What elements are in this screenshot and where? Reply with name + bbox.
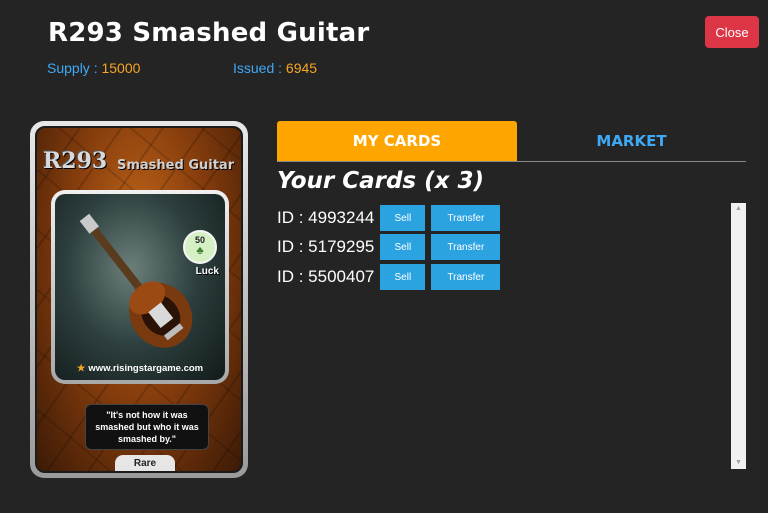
luck-label: Luck	[195, 266, 219, 277]
owned-cards-list: ID : 4993244 Sell Transfer ID : 5179295 …	[277, 203, 746, 469]
card-quote: "It's not how it was smashed but who it …	[85, 404, 209, 450]
transfer-button[interactable]: Transfer	[431, 264, 501, 290]
list-item: ID : 4993244 Sell Transfer	[277, 205, 506, 231]
sell-button[interactable]: Sell	[380, 264, 426, 290]
list-scrollbar[interactable]: ▲ ▼	[731, 203, 746, 469]
website-text: www.risingstargame.com	[88, 363, 204, 374]
star-icon: ★	[76, 363, 86, 374]
issued-label: Issued :	[233, 60, 286, 76]
supply-value: 15000	[101, 60, 141, 76]
tab-my-cards[interactable]: MY CARDS	[277, 121, 517, 161]
tab-market[interactable]: MARKET	[517, 121, 746, 161]
rarity-label: Rare	[115, 455, 175, 471]
luck-value: 50	[194, 235, 205, 245]
supply-stat: Supply : 15000	[47, 60, 140, 76]
card-art: 50 ♣ Luck ★ www.risingstargame.com	[55, 194, 225, 380]
issued-stat: Issued : 6945	[233, 60, 317, 76]
transfer-button[interactable]: Transfer	[431, 205, 501, 231]
card-id: ID : 4993244	[277, 208, 375, 227]
website-line: ★ www.risingstargame.com	[55, 363, 225, 374]
tab-bar: MY CARDS MARKET	[277, 121, 746, 162]
clover-icon: ♣	[196, 245, 204, 257]
transfer-button[interactable]: Transfer	[431, 234, 501, 260]
card-code: R293	[43, 148, 108, 174]
your-cards-heading: Your Cards (x 3)	[277, 168, 484, 194]
list-item: ID : 5500407 Sell Transfer	[277, 264, 506, 290]
close-button[interactable]: Close	[705, 16, 759, 48]
card-id: ID : 5179295	[277, 237, 375, 256]
issued-value: 6945	[285, 60, 318, 76]
sell-button[interactable]: Sell	[380, 205, 426, 231]
scroll-down-icon[interactable]: ▼	[731, 457, 746, 469]
guitar-icon	[79, 213, 193, 348]
sell-button[interactable]: Sell	[380, 234, 426, 260]
scroll-up-icon[interactable]: ▲	[731, 203, 746, 215]
card-id: ID : 5500407	[277, 267, 375, 286]
card-image: R293 Smashed Guitar 50 ♣ Luck ★ www.risi…	[30, 121, 248, 478]
list-item: ID : 5179295 Sell Transfer	[277, 234, 506, 260]
card-art-frame: 50 ♣ Luck ★ www.risingstargame.com	[51, 190, 229, 384]
card-name: Smashed Guitar	[117, 158, 235, 173]
luck-badge: 50 ♣	[183, 230, 217, 264]
card-title: R293 Smashed Guitar	[48, 18, 370, 48]
supply-label: Supply :	[47, 60, 102, 76]
